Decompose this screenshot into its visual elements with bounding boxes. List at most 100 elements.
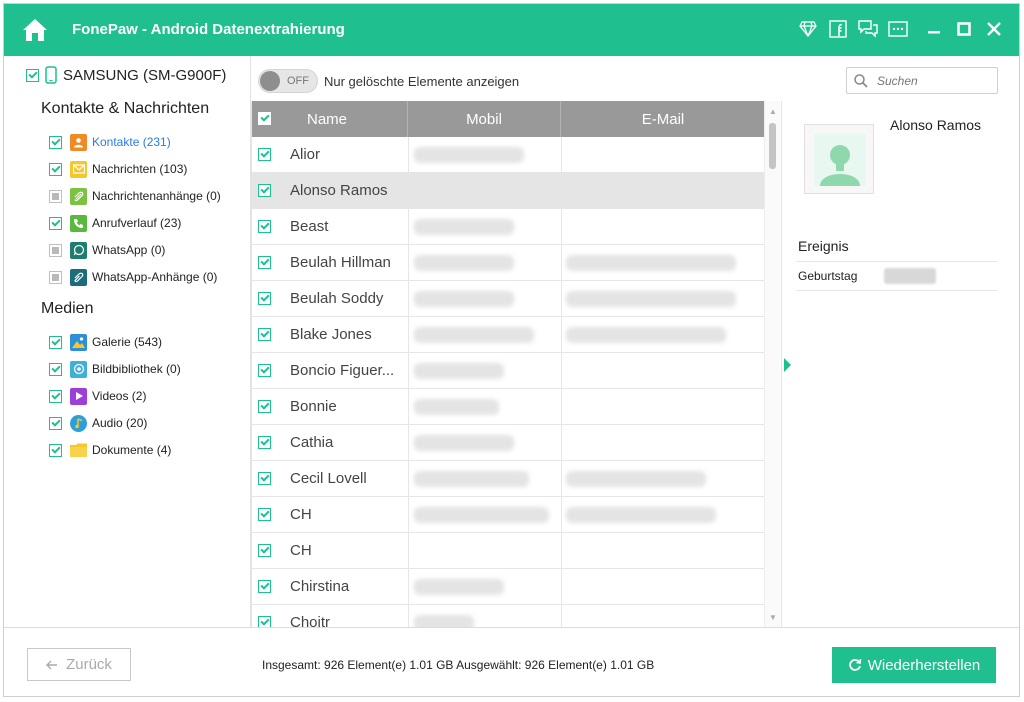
collapse-arrow-icon[interactable]: [784, 358, 791, 372]
sidebar-item-label: Galerie (543): [92, 335, 163, 349]
column-divider: [561, 317, 562, 353]
contacts-icon: [70, 133, 87, 151]
header-mobile-cell[interactable]: Mobil: [408, 101, 561, 137]
row-checkbox[interactable]: [258, 544, 271, 557]
toggle-label: Nur gelöschte Elemente anzeigen: [324, 74, 520, 89]
sidebar-item-call-log[interactable]: Anrufverlauf (23): [49, 214, 181, 232]
row-checkbox[interactable]: [258, 616, 271, 627]
call-log-checkbox[interactable]: [49, 216, 62, 230]
app-window: FonePaw - Android Datenextrahierung SAMS…: [3, 3, 1020, 697]
diamond-icon[interactable]: [797, 18, 819, 40]
table-row[interactable]: CH: [252, 533, 764, 569]
row-checkbox[interactable]: [258, 256, 271, 269]
table-row[interactable]: CH: [252, 497, 764, 533]
messages-icon: [70, 160, 87, 178]
sidebar-item-label: Anrufverlauf (23): [92, 216, 182, 230]
row-checkbox[interactable]: [258, 148, 271, 161]
back-button[interactable]: Zurück: [27, 648, 131, 681]
table-row[interactable]: Chirstina: [252, 569, 764, 605]
row-checkbox[interactable]: [258, 184, 271, 197]
column-divider: [408, 461, 409, 497]
scrollbar-thumb[interactable]: [769, 123, 776, 169]
facebook-icon[interactable]: [827, 18, 849, 40]
sidebar-item-messages[interactable]: Nachrichten (103): [49, 160, 187, 178]
sidebar-item-label: Dokumente (4): [92, 443, 172, 457]
column-divider: [408, 497, 409, 533]
row-checkbox[interactable]: [258, 364, 271, 377]
email-cell-blurred: [566, 327, 726, 343]
messages-checkbox[interactable]: [49, 162, 62, 176]
table-row[interactable]: Alior: [252, 137, 764, 173]
row-checkbox[interactable]: [258, 472, 271, 485]
deleted-only-toggle[interactable]: OFF: [258, 69, 318, 93]
search-input[interactable]: [877, 72, 992, 90]
table-scrollbar[interactable]: ▲ ▼: [764, 101, 780, 627]
row-checkbox[interactable]: [258, 436, 271, 449]
contact-name-cell: Bonnie: [290, 398, 337, 415]
menu-icon[interactable]: [887, 18, 909, 40]
header-name-cell[interactable]: Name: [252, 101, 408, 137]
table-row[interactable]: Bonnie: [252, 389, 764, 425]
device-row[interactable]: SAMSUNG (SM-G900F): [26, 66, 226, 84]
table-row[interactable]: Cathia: [252, 425, 764, 461]
search-box[interactable]: [846, 67, 998, 94]
table-row[interactable]: Beulah Hillman: [252, 245, 764, 281]
scroll-down-icon[interactable]: ▼: [769, 613, 777, 622]
sidebar-item-attachments[interactable]: Nachrichtenanhänge (0): [49, 187, 221, 205]
sidebar-item-documents[interactable]: Dokumente (4): [49, 441, 171, 459]
toggle-state: OFF: [287, 75, 309, 87]
contact-name: Alonso Ramos: [890, 117, 982, 133]
contacts-checkbox[interactable]: [49, 135, 62, 149]
email-cell-blurred: [566, 507, 716, 523]
gallery-checkbox[interactable]: [49, 335, 62, 349]
table-row[interactable]: Choitr: [252, 605, 764, 627]
sidebar-item-audio[interactable]: Audio (20): [49, 414, 147, 432]
device-checkbox[interactable]: [26, 68, 39, 82]
column-header-name: Name: [307, 110, 348, 128]
sidebar-item-videos[interactable]: Videos (2): [49, 387, 146, 405]
sidebar-item-gallery[interactable]: Galerie (543): [49, 333, 162, 351]
table-row[interactable]: Boncio Figuer...: [252, 353, 764, 389]
whatsapp-checkbox[interactable]: [49, 243, 62, 257]
audio-checkbox[interactable]: [49, 416, 62, 430]
row-checkbox[interactable]: [258, 400, 271, 413]
header-email-cell[interactable]: E-Mail: [561, 101, 764, 137]
table-row[interactable]: Beast: [252, 209, 764, 245]
maximize-icon[interactable]: [953, 18, 975, 40]
picture-library-checkbox[interactable]: [49, 362, 62, 376]
column-divider: [561, 533, 562, 569]
attachment-icon: [70, 187, 87, 205]
table-row[interactable]: Alonso Ramos: [252, 173, 764, 209]
videos-checkbox[interactable]: [49, 389, 62, 403]
column-divider: [561, 245, 562, 281]
attachments-checkbox[interactable]: [49, 189, 62, 203]
sidebar-item-label: Audio (20): [92, 416, 148, 430]
row-checkbox[interactable]: [258, 220, 271, 233]
row-checkbox[interactable]: [258, 292, 271, 305]
minimize-icon[interactable]: [923, 18, 945, 40]
video-icon: [70, 387, 87, 405]
sidebar-item-contacts[interactable]: Kontakte (231): [49, 133, 171, 151]
table-row[interactable]: Beulah Soddy: [252, 281, 764, 317]
sidebar-item-whatsapp-attachments[interactable]: WhatsApp-Anhänge (0): [49, 268, 217, 286]
documents-checkbox[interactable]: [49, 443, 62, 457]
sidebar-item-whatsapp[interactable]: WhatsApp (0): [49, 241, 165, 259]
scroll-up-icon[interactable]: ▲: [769, 107, 777, 116]
sidebar-item-picture-library[interactable]: Bildbibliothek (0): [49, 360, 181, 378]
chat-icon[interactable]: [857, 18, 879, 40]
close-icon[interactable]: [983, 18, 1005, 40]
row-checkbox[interactable]: [258, 580, 271, 593]
contact-name-cell: Chirstina: [290, 578, 350, 595]
table-row[interactable]: Cecil Lovell: [252, 461, 764, 497]
home-icon[interactable]: [22, 17, 48, 43]
restore-button[interactable]: Wiederherstellen: [832, 647, 996, 683]
mobile-cell-blurred: [414, 579, 504, 595]
row-checkbox[interactable]: [258, 328, 271, 341]
whatsapp-attachments-checkbox[interactable]: [49, 270, 62, 284]
row-checkbox[interactable]: [258, 508, 271, 521]
field-label: Geburtstag: [798, 269, 858, 283]
table-row[interactable]: Blake Jones: [252, 317, 764, 353]
column-divider: [408, 317, 409, 353]
arrow-left-icon: [46, 660, 58, 669]
select-all-checkbox[interactable]: [258, 112, 271, 125]
